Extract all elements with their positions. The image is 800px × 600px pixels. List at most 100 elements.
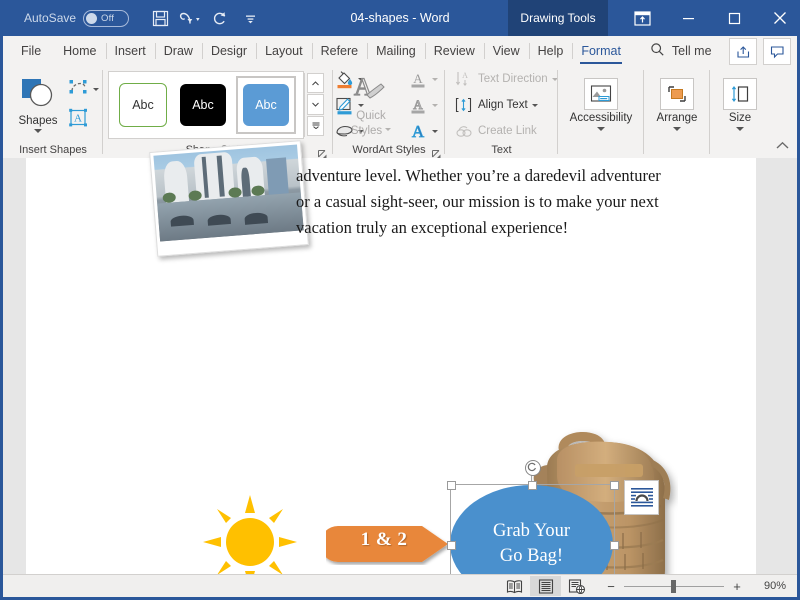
text-effects-button[interactable]: A — [408, 120, 438, 142]
svg-text:A: A — [413, 97, 423, 112]
redo-icon[interactable] — [205, 3, 235, 33]
text-direction-caret[interactable] — [551, 77, 558, 81]
ribbon-display-options-icon[interactable] — [619, 0, 665, 36]
shapes-dropdown-caret[interactable] — [34, 129, 42, 134]
ribbon-group-accessibility: Accessibility — [558, 66, 644, 158]
save-icon[interactable] — [145, 3, 175, 33]
contextual-tab-label: Drawing Tools — [508, 0, 608, 36]
tab-format[interactable]: Format — [572, 36, 630, 66]
accessibility-icon — [583, 78, 618, 111]
zoom-slider-thumb[interactable] — [671, 580, 676, 593]
arrange-icon — [660, 78, 694, 111]
tab-layout[interactable]: Layout — [256, 36, 312, 66]
callout-label: 1 & 2 — [360, 529, 408, 550]
create-link-label: Create Link — [478, 125, 537, 137]
body-paragraph[interactable]: adventure level. Whether you’re a darede… — [296, 163, 676, 241]
size-button[interactable]: Size — [712, 76, 768, 132]
resize-handle-middle-right[interactable] — [610, 541, 619, 550]
edit-shape-icon — [68, 77, 90, 102]
tab-references[interactable]: Refere — [311, 36, 368, 66]
print-layout-icon[interactable] — [530, 576, 561, 596]
ribbon: Shapes A Insert Shapes Abc Abc Abc A Qui… — [3, 66, 797, 159]
share-icon[interactable] — [729, 38, 757, 65]
autosave-state: Off — [101, 12, 115, 24]
svg-text:A: A — [462, 71, 468, 80]
align-text-button[interactable]: Align Text — [454, 94, 558, 116]
shape-styles-gallery[interactable]: Abc Abc Abc — [108, 71, 304, 139]
align-text-caret[interactable] — [531, 103, 538, 107]
ribbon-tab-bar: File Home Insert Draw Desigr Layout Refe… — [3, 36, 797, 66]
close-button[interactable] — [757, 0, 797, 36]
text-box-button[interactable]: A — [68, 108, 99, 133]
document-area[interactable]: adventure level. Whether you’re a darede… — [3, 140, 797, 597]
accessibility-label: Accessibility — [569, 112, 633, 125]
shape-styles-dialog-launcher[interactable] — [318, 146, 327, 159]
shape-style-thumb-2[interactable]: Abc — [176, 80, 230, 130]
resize-handle-top-right[interactable] — [610, 481, 619, 490]
read-mode-icon[interactable] — [499, 576, 530, 596]
zoom-out-button[interactable]: − — [606, 579, 616, 594]
quick-styles-button[interactable]: A Quick Styles — [338, 71, 404, 138]
gallery-scroll-up-button[interactable] — [307, 73, 324, 94]
gallery-more-button[interactable] — [307, 115, 324, 136]
arrange-caret[interactable] — [673, 126, 681, 131]
maximize-button[interactable] — [711, 0, 757, 36]
tab-view[interactable]: View — [483, 36, 529, 66]
tab-home[interactable]: Home — [54, 36, 105, 66]
size-caret[interactable] — [736, 126, 744, 131]
shape-style-thumb-1-label: Abc — [119, 83, 167, 127]
autosave-toggle[interactable]: AutoSave Off — [24, 9, 130, 27]
accessibility-caret[interactable] — [596, 126, 605, 131]
tab-review[interactable]: Review — [424, 36, 484, 66]
tab-help[interactable]: Help — [528, 36, 573, 66]
create-link-button[interactable]: Create Link — [454, 120, 558, 142]
comments-icon[interactable] — [763, 38, 791, 65]
tab-insert[interactable]: Insert — [105, 36, 155, 66]
rotate-handle[interactable] — [525, 460, 541, 476]
resize-handle-middle-left[interactable] — [447, 541, 456, 550]
zoom-level-label[interactable]: 90% — [752, 580, 786, 592]
text-direction-button[interactable]: A Text Direction — [454, 68, 558, 90]
wordart-styles-dialog-launcher[interactable] — [432, 146, 441, 159]
tab-mailings[interactable]: Mailing — [367, 36, 425, 66]
tab-file[interactable]: File — [3, 36, 54, 66]
resize-handle-top-center[interactable] — [528, 481, 537, 490]
group-label-accessibility — [558, 141, 644, 158]
quick-styles-caret[interactable] — [385, 128, 392, 132]
gallery-scroll-down-button[interactable] — [307, 94, 324, 115]
text-effects-caret[interactable] — [432, 129, 438, 133]
quick-styles-label-1: Quick — [356, 110, 386, 123]
shape-style-thumb-1[interactable]: Abc — [116, 80, 170, 130]
text-effects-icon: A — [408, 121, 428, 141]
autosave-switch[interactable]: Off — [83, 9, 130, 27]
edit-shape-button[interactable] — [68, 77, 99, 102]
accessibility-button[interactable]: Accessibility — [564, 76, 639, 132]
customize-quick-access-toolbar-icon[interactable] — [235, 3, 265, 33]
text-outline-button[interactable]: A — [408, 94, 438, 116]
minimize-button[interactable] — [665, 0, 711, 36]
text-fill-caret[interactable] — [432, 77, 438, 81]
text-outline-caret[interactable] — [432, 103, 438, 107]
tell-me-search[interactable]: Tell me — [650, 36, 712, 66]
shape-style-thumb-3-selected[interactable]: Abc — [236, 76, 296, 134]
cathedral-photo[interactable] — [149, 140, 309, 257]
web-layout-icon[interactable] — [561, 576, 592, 596]
edit-shape-caret[interactable] — [93, 87, 99, 91]
zoom-slider[interactable] — [624, 580, 724, 593]
resize-handle-top-left[interactable] — [447, 481, 456, 490]
text-fill-button[interactable]: A — [408, 68, 438, 90]
document-page[interactable]: adventure level. Whether you’re a darede… — [26, 140, 756, 597]
title-bar: AutoSave Off 04-shapes - Word Drawing To… — [3, 0, 797, 36]
arrange-button[interactable]: Arrange — [649, 76, 705, 132]
view-mode-buttons — [499, 576, 592, 596]
shapes-button[interactable]: Shapes — [10, 74, 66, 135]
zoom-in-button[interactable]: + — [732, 579, 742, 594]
undo-icon[interactable] — [175, 3, 205, 33]
collapse-ribbon-icon[interactable] — [776, 137, 789, 155]
tab-draw[interactable]: Draw — [154, 36, 202, 66]
wordart-format-buttons: A A A — [404, 68, 442, 142]
align-text-label: Align Text — [478, 99, 528, 111]
layout-options-icon[interactable] — [624, 480, 659, 515]
text-box-icon: A — [68, 108, 90, 132]
tab-design[interactable]: Desigr — [201, 36, 256, 66]
